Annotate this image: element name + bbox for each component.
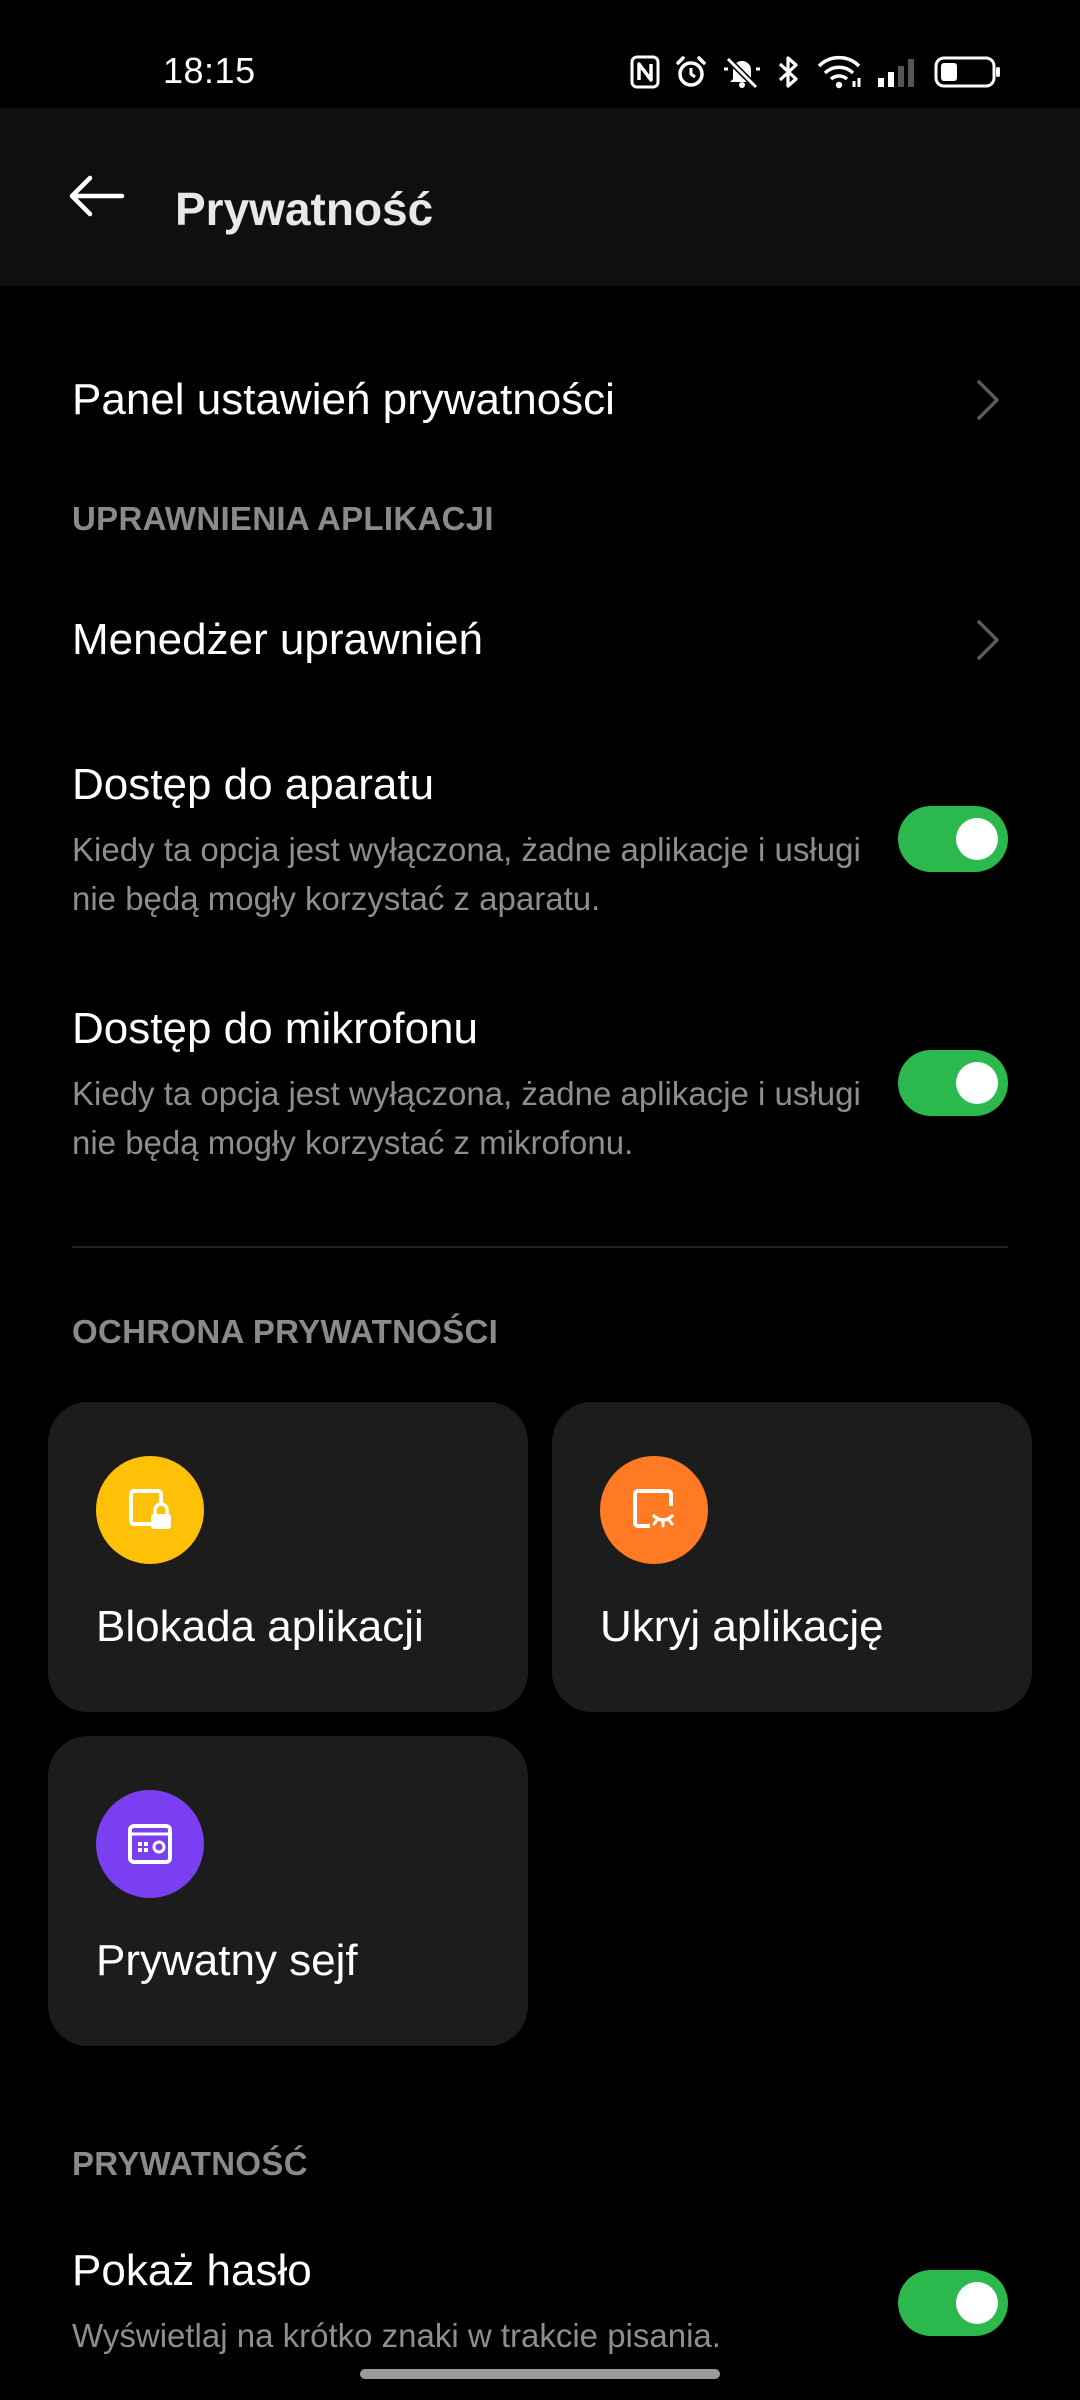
microphone-access-toggle[interactable] (898, 1050, 1008, 1116)
section-header-privacy: PRYWATNOŚĆ (72, 2145, 308, 2182)
wifi-icon (816, 55, 862, 89)
back-button[interactable] (56, 163, 136, 233)
camera-access-title: Dostęp do aparatu (72, 760, 435, 809)
divider (72, 1246, 1008, 1248)
battery-icon (934, 55, 1002, 89)
privacy-dashboard-label: Panel ustawień prywatności (72, 374, 615, 424)
toggle-knob (956, 2282, 998, 2324)
chevron-right-icon (968, 370, 1008, 430)
app-lock-icon (96, 1456, 204, 1564)
nfc-icon (630, 55, 660, 89)
back-arrow-icon (66, 174, 126, 223)
bluetooth-icon (776, 54, 802, 90)
private-safe-card[interactable]: Prywatny sejf (48, 1736, 528, 2046)
section-header-app-permissions: UPRAWNIENIA APLIKACJI (72, 500, 494, 537)
camera-access-description: Kiedy ta opcja jest wyłączona, żadne apl… (72, 830, 861, 917)
status-icons (630, 52, 1002, 92)
chevron-right-icon (968, 610, 1008, 670)
section-header-privacy-protection: OCHRONA PRYWATNOŚCI (72, 1313, 499, 1350)
toggle-knob (956, 1062, 998, 1104)
status-time: 18:15 (163, 50, 256, 91)
hide-app-card[interactable]: Ukryj aplikację (552, 1402, 1032, 1712)
show-password-title: Pokaż hasło (72, 2246, 312, 2295)
app-lock-label: Blokada aplikacji (96, 1602, 424, 1651)
show-password-toggle[interactable] (898, 2270, 1008, 2336)
camera-access-row: Dostęp do aparatu Kiedy ta opcja jest wy… (72, 760, 1008, 923)
show-password-row: Pokaż hasło Wyświetlaj na krótko znaki w… (72, 2246, 1008, 2360)
page-title: Prywatność (175, 183, 434, 235)
app-lock-card[interactable]: Blokada aplikacji (48, 1402, 528, 1712)
camera-access-toggle[interactable] (898, 806, 1008, 872)
permission-manager-label: Menedżer uprawnień (72, 614, 483, 664)
mute-icon (722, 55, 762, 89)
microphone-access-title: Dostęp do mikrofonu (72, 1004, 478, 1053)
privacy-settings-screen: 18:15 Prywatność Panel ustawień prywatno… (0, 0, 1080, 2400)
show-password-description: Wyświetlaj na krótko znaki w trakcie pis… (72, 2316, 721, 2354)
alarm-icon (674, 55, 708, 89)
status-bar: 18:15 (0, 0, 1080, 108)
safe-icon (96, 1790, 204, 1898)
microphone-access-description: Kiedy ta opcja jest wyłączona, żadne apl… (72, 1074, 861, 1161)
microphone-access-row: Dostęp do mikrofonu Kiedy ta opcja jest … (72, 1004, 1008, 1167)
private-safe-label: Prywatny sejf (96, 1936, 358, 1985)
hide-app-icon (600, 1456, 708, 1564)
privacy-dashboard-row[interactable]: Panel ustawień prywatności (72, 352, 1008, 448)
signal-icon (876, 56, 920, 88)
toggle-knob (956, 818, 998, 860)
app-bar: Prywatność (0, 108, 1080, 286)
navigation-handle[interactable] (360, 2369, 720, 2379)
hide-app-label: Ukryj aplikację (600, 1602, 884, 1651)
permission-manager-row[interactable]: Menedżer uprawnień (72, 592, 1008, 688)
